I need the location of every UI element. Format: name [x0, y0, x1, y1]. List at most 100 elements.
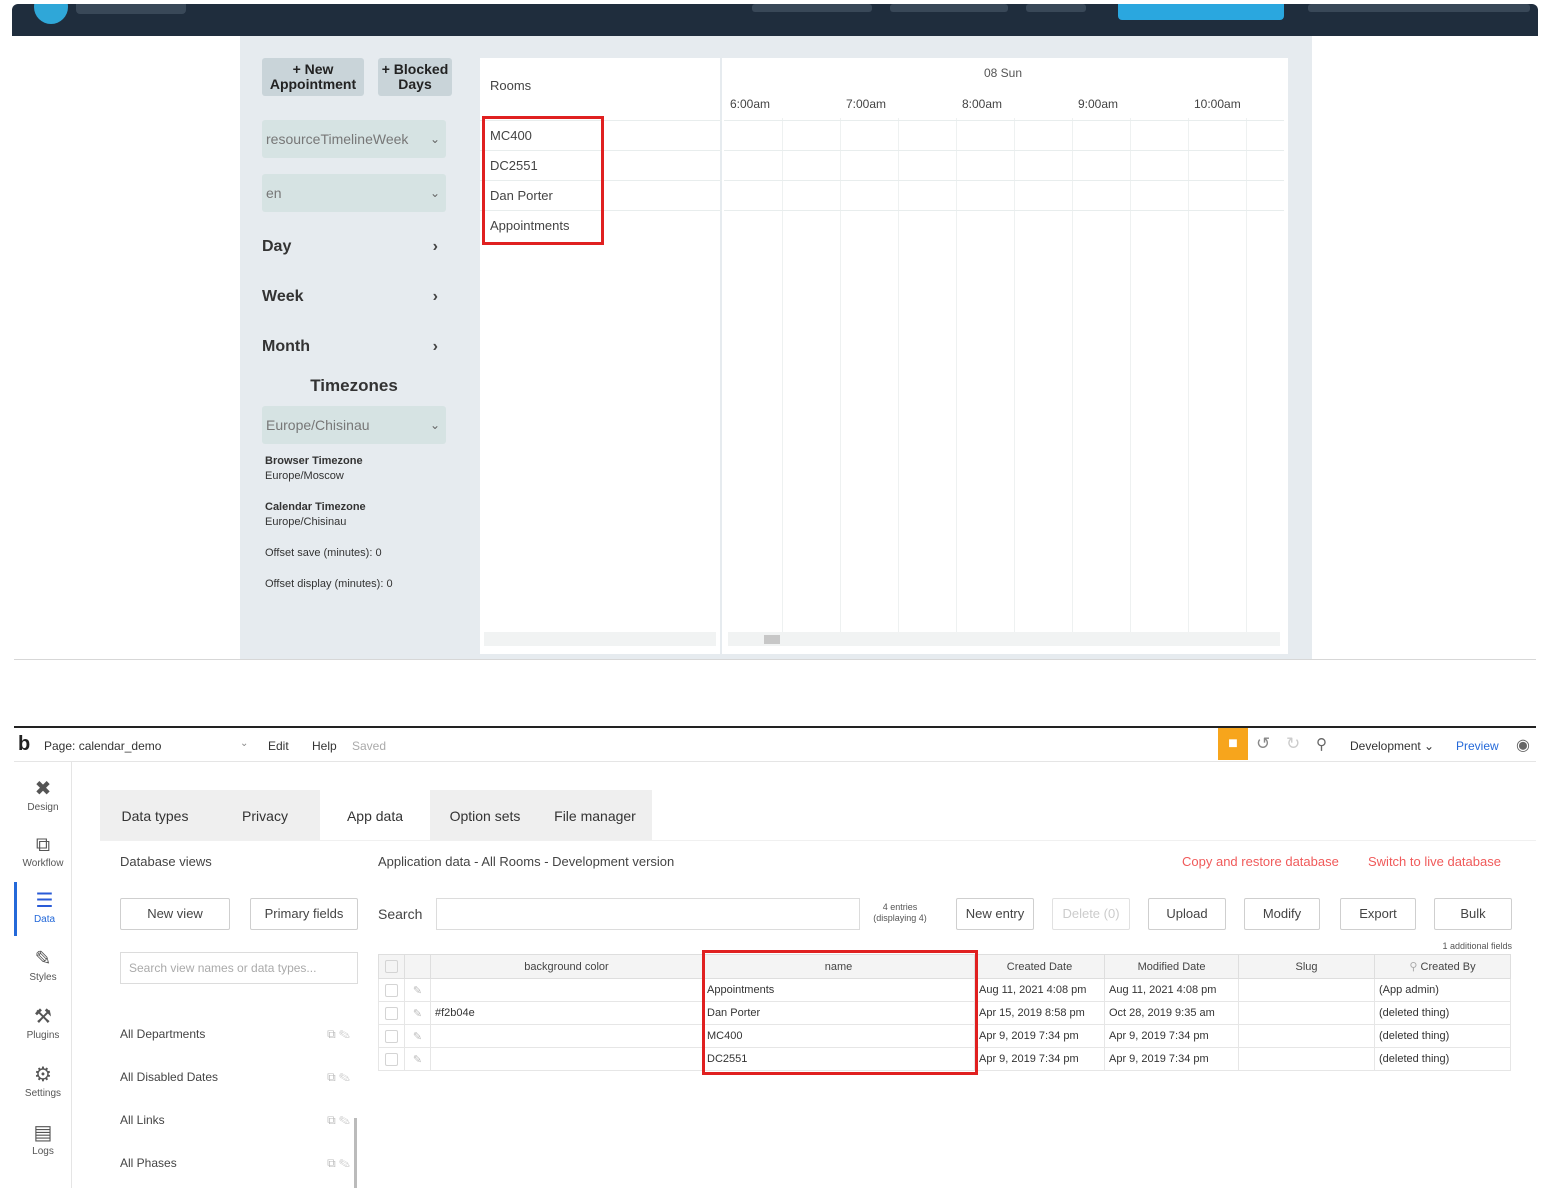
rail-data[interactable]: ☰ Data — [14, 882, 72, 936]
database-view-item[interactable]: All Links ⧉ ✎ — [120, 1108, 356, 1132]
header-nav-link[interactable] — [890, 4, 1008, 12]
copy-edit-icon[interactable]: ⧉ ✎ — [327, 1022, 350, 1046]
rail-plugins[interactable]: ⚒ Plugins — [14, 998, 72, 1052]
user-account-icon[interactable]: ◉ — [1516, 735, 1530, 755]
timeline-row[interactable] — [724, 180, 1284, 210]
cell[interactable]: (deleted thing) — [1374, 1024, 1511, 1048]
environment-select[interactable]: Development ⌄ — [1350, 739, 1434, 753]
edit-pencil-icon[interactable]: ✎ — [404, 978, 431, 1002]
cell[interactable]: #f2b04e — [430, 1001, 703, 1025]
cell[interactable]: Apr 9, 2019 7:34 pm — [1104, 1047, 1239, 1071]
column-header[interactable]: Created Date — [974, 954, 1105, 979]
header-nav-link[interactable] — [752, 4, 872, 12]
edit-pencil-icon[interactable]: ✎ — [404, 1047, 431, 1071]
row-checkbox[interactable] — [378, 1001, 405, 1025]
new-entry-button[interactable]: New entry — [956, 898, 1034, 930]
cell[interactable] — [1238, 1001, 1375, 1025]
tab-option-sets[interactable]: Option sets — [430, 790, 540, 840]
preview-link[interactable]: Preview — [1456, 739, 1499, 753]
database-view-item[interactable]: All Phases ⧉ ✎ — [120, 1151, 356, 1175]
language-select[interactable]: en ⌄ — [262, 174, 446, 212]
cell[interactable] — [1238, 978, 1375, 1002]
primary-fields-button[interactable]: Primary fields — [250, 898, 358, 930]
timeline-scrollbar[interactable] — [728, 632, 1280, 646]
cell[interactable] — [1238, 1024, 1375, 1048]
search-icon[interactable]: ⚲ — [1316, 735, 1327, 753]
header-nav-link[interactable] — [1308, 4, 1530, 12]
bulk-button[interactable]: Bulk — [1434, 898, 1512, 930]
header-nav-link[interactable] — [1026, 4, 1086, 12]
column-header[interactable]: Modified Date — [1104, 954, 1239, 979]
timeline-row[interactable] — [724, 120, 1284, 150]
upload-button[interactable]: Upload — [1148, 898, 1226, 930]
modify-button[interactable]: Modify — [1244, 898, 1320, 930]
cell[interactable]: Apr 9, 2019 7:34 pm — [974, 1024, 1105, 1048]
new-appointment-button[interactable]: + New Appointment — [262, 58, 364, 96]
views-scrollbar[interactable] — [354, 1118, 357, 1188]
cell[interactable] — [430, 1047, 703, 1071]
rail-settings[interactable]: ⚙ Settings — [14, 1056, 72, 1110]
rail-design[interactable]: ✖ Design — [14, 770, 72, 824]
cell[interactable] — [430, 978, 703, 1002]
timeline-row[interactable] — [724, 150, 1284, 180]
nav-week[interactable]: Week › — [262, 288, 446, 312]
nav-month[interactable]: Month › — [262, 338, 446, 362]
copy-edit-icon[interactable]: ⧉ ✎ — [327, 1151, 350, 1175]
scrollbar-thumb[interactable] — [764, 635, 780, 644]
cell[interactable]: (deleted thing) — [1374, 1001, 1511, 1025]
cell[interactable]: (App admin) — [1374, 978, 1511, 1002]
cell[interactable]: Oct 28, 2019 9:35 am — [1104, 1001, 1239, 1025]
tab-data-types[interactable]: Data types — [100, 790, 210, 840]
menu-edit[interactable]: Edit — [268, 739, 289, 753]
delete-button[interactable]: Delete (0) — [1052, 898, 1130, 930]
search-icon[interactable]: ⚲ — [1409, 961, 1420, 973]
tab-app-data[interactable]: App data — [320, 790, 430, 840]
tab-file-manager[interactable]: File manager — [540, 790, 650, 840]
new-view-button[interactable]: New view — [120, 898, 230, 930]
database-view-item[interactable]: All Departments ⧉ ✎ — [120, 1022, 356, 1046]
timeline-row[interactable] — [724, 210, 1284, 240]
search-input[interactable] — [436, 898, 860, 930]
column-header[interactable]: Slug — [1238, 954, 1375, 979]
edit-pencil-icon[interactable]: ✎ — [404, 1024, 431, 1048]
timezone-select[interactable]: Europe/Chisinau ⌄ — [262, 406, 446, 444]
cell[interactable]: Apr 15, 2019 8:58 pm — [974, 1001, 1105, 1025]
rail-logs[interactable]: ▤ Logs — [14, 1114, 72, 1168]
view-select[interactable]: resourceTimelineWeek ⌄ — [262, 120, 446, 158]
cell[interactable]: (deleted thing) — [1374, 1047, 1511, 1071]
cell[interactable]: Aug 11, 2021 4:08 pm — [1104, 978, 1239, 1002]
tab-privacy[interactable]: Privacy — [210, 790, 320, 840]
row-checkbox[interactable] — [378, 1047, 405, 1071]
gift-icon[interactable]: ■ — [1218, 728, 1248, 760]
edit-pencil-icon[interactable]: ✎ — [404, 1001, 431, 1025]
copy-restore-link[interactable]: Copy and restore database — [1182, 854, 1339, 869]
copy-edit-icon[interactable]: ⧉ ✎ — [327, 1065, 350, 1089]
switch-live-link[interactable]: Switch to live database — [1368, 854, 1501, 869]
bubble-logo-icon[interactable]: b — [18, 733, 30, 756]
search-views-input[interactable]: Search view names or data types... — [120, 952, 358, 984]
column-header[interactable]: background color — [430, 954, 703, 979]
chevron-down-icon[interactable]: ⌄ — [240, 738, 248, 749]
row-checkbox[interactable] — [378, 978, 405, 1002]
page-selector[interactable]: Page: calendar_demo — [44, 739, 161, 753]
header-cta-button[interactable] — [1118, 4, 1284, 20]
copy-edit-icon[interactable]: ⧉ ✎ — [327, 1108, 350, 1132]
cell[interactable]: Apr 9, 2019 7:34 pm — [1104, 1024, 1239, 1048]
blocked-days-button[interactable]: + Blocked Days — [378, 58, 452, 96]
menu-help[interactable]: Help — [312, 739, 337, 753]
row-checkbox[interactable] — [378, 1024, 405, 1048]
column-header[interactable]: ⚲ Created By — [1374, 954, 1511, 979]
cell[interactable]: Aug 11, 2021 4:08 pm — [974, 978, 1105, 1002]
rail-styles[interactable]: ✎ Styles — [14, 940, 72, 994]
database-view-item[interactable]: All Disabled Dates ⧉ ✎ — [120, 1065, 356, 1089]
cell[interactable] — [430, 1024, 703, 1048]
undo-icon[interactable]: ↺ — [1256, 734, 1270, 754]
export-button[interactable]: Export — [1340, 898, 1416, 930]
redo-icon[interactable]: ↻ — [1286, 734, 1300, 754]
cell[interactable]: Apr 9, 2019 7:34 pm — [974, 1047, 1105, 1071]
rail-workflow[interactable]: ⧉ Workflow — [14, 826, 72, 880]
nav-day[interactable]: Day › — [262, 238, 446, 262]
cell[interactable] — [1238, 1047, 1375, 1071]
resource-scrollbar[interactable] — [484, 632, 716, 646]
select-all-checkbox[interactable] — [378, 954, 405, 979]
